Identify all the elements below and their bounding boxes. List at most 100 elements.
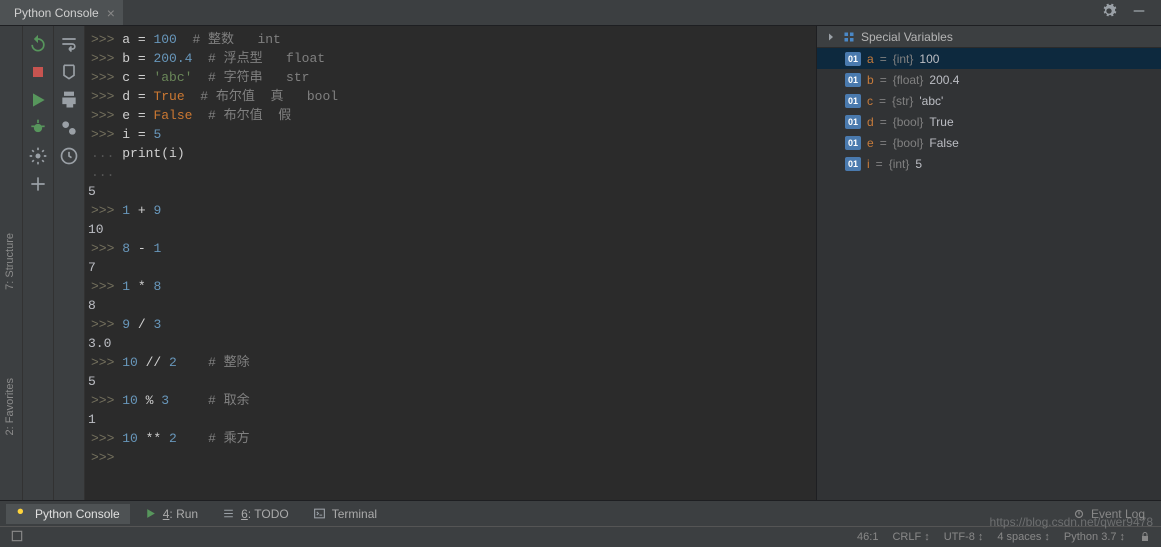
tool-tab-label: Python Console — [35, 507, 120, 521]
variable-type: {bool} — [893, 136, 924, 150]
left-tool-strip: 7: Structure 2: Favorites — [0, 26, 23, 500]
encoding[interactable]: UTF-8 ↕ — [944, 531, 984, 543]
scroll-end-icon[interactable] — [59, 62, 79, 82]
code-line: 5 — [85, 372, 816, 391]
variable-badge: 01 — [845, 52, 861, 66]
sidebar-tab-favorites[interactable]: 2: Favorites — [4, 378, 16, 435]
code-line: >>> e = False # 布尔值 假 — [85, 106, 816, 125]
code-line: ... print(i) — [85, 144, 816, 163]
play-icon[interactable] — [28, 90, 48, 110]
tool-tab-run[interactable]: 4: Run — [134, 504, 208, 524]
indent-setting[interactable]: 4 spaces ↕ — [997, 531, 1050, 543]
code-line: >>> 1 + 9 — [85, 201, 816, 220]
code-line: ... — [85, 163, 816, 182]
code-line: >>> 10 ** 2 # 乘方 — [85, 429, 816, 448]
tool-tab-python-console[interactable]: Python Console — [6, 504, 130, 524]
tool-tab-terminal[interactable]: Terminal — [303, 504, 387, 524]
print-icon[interactable] — [59, 90, 79, 110]
variable-badge: 01 — [845, 136, 861, 150]
code-line: >>> 8 - 1 — [85, 239, 816, 258]
variable-row[interactable]: 01d= {bool} True — [817, 111, 1161, 132]
event-log-button[interactable]: Event Log — [1072, 507, 1155, 521]
variable-badge: 01 — [845, 94, 861, 108]
lock-icon[interactable] — [1139, 531, 1151, 543]
tool-tab-label: 6: TODO — [241, 507, 289, 521]
variable-type: {float} — [893, 73, 924, 87]
variable-name: i — [867, 157, 870, 171]
variable-value: False — [929, 136, 958, 150]
bottom-tool-bar: Python Console 4: Run 6: TODO Terminal E… — [0, 500, 1161, 526]
console-output[interactable]: >>> a = 100 # 整数 int>>> b = 200.4 # 浮点型 … — [85, 26, 816, 500]
event-log-label: Event Log — [1091, 507, 1145, 521]
gear-icon[interactable] — [1101, 3, 1117, 22]
variable-type: {int} — [893, 52, 914, 66]
code-line: >>> i = 5 — [85, 125, 816, 144]
code-line: >>> c = 'abc' # 字符串 str — [85, 68, 816, 87]
code-line: >>> d = True # 布尔值 真 bool — [85, 87, 816, 106]
code-line: 1 — [85, 410, 816, 429]
variable-value: True — [929, 115, 953, 129]
variable-value: 200.4 — [929, 73, 959, 87]
rerun-icon[interactable] — [28, 34, 48, 54]
soft-wrap-icon[interactable] — [59, 34, 79, 54]
variable-row[interactable]: 01b= {float} 200.4 — [817, 69, 1161, 90]
sidebar-tab-structure[interactable]: 7: Structure — [4, 233, 16, 290]
variable-list: 01a= {int} 10001b= {float} 200.401c= {st… — [817, 48, 1161, 500]
variable-type: {str} — [892, 94, 913, 108]
variable-name: b — [867, 73, 874, 87]
variable-row[interactable]: 01a= {int} 100 — [817, 48, 1161, 69]
top-right-toolbar — [1101, 3, 1161, 22]
stop-icon[interactable] — [28, 62, 48, 82]
variable-name: e — [867, 136, 874, 150]
new-console-icon[interactable] — [28, 174, 48, 194]
console-toolbar — [23, 26, 85, 500]
tool-tab-todo[interactable]: 6: TODO — [212, 504, 299, 524]
chevron-right-icon — [825, 31, 837, 43]
tab-python-console[interactable]: Python Console × — [0, 0, 123, 25]
variable-row[interactable]: 01c= {str} 'abc' — [817, 90, 1161, 111]
tool-tab-label: 4: Run — [163, 507, 198, 521]
code-line: >>> 9 / 3 — [85, 315, 816, 334]
history-icon[interactable] — [59, 146, 79, 166]
code-line: 8 — [85, 296, 816, 315]
code-line: >>> — [85, 448, 816, 467]
status-left-icon[interactable] — [10, 529, 24, 546]
variable-name: a — [867, 52, 874, 66]
show-vars-icon[interactable] — [59, 118, 79, 138]
variable-type: {bool} — [893, 115, 924, 129]
variable-value: 100 — [919, 52, 939, 66]
variables-header[interactable]: Special Variables — [817, 26, 1161, 48]
main-area: 7: Structure 2: Favorites >>> a = 100 # … — [0, 26, 1161, 500]
tool-tab-label: Terminal — [332, 507, 377, 521]
caret-position[interactable]: 46:1 — [857, 531, 878, 543]
variables-header-label: Special Variables — [861, 30, 953, 44]
variable-badge: 01 — [845, 73, 861, 87]
status-bar: 46:1 CRLF ↕ UTF-8 ↕ 4 spaces ↕ Python 3.… — [0, 526, 1161, 547]
minimize-icon[interactable] — [1131, 3, 1147, 22]
python-interpreter[interactable]: Python 3.7 ↕ — [1064, 531, 1125, 543]
close-icon[interactable]: × — [107, 5, 115, 21]
variable-type: {int} — [889, 157, 910, 171]
variable-row[interactable]: 01e= {bool} False — [817, 132, 1161, 153]
tab-label: Python Console — [14, 6, 99, 20]
variable-row[interactable]: 01i= {int} 5 — [817, 153, 1161, 174]
code-line: 5 — [85, 182, 816, 201]
code-line: 10 — [85, 220, 816, 239]
top-tab-bar: Python Console × — [0, 0, 1161, 26]
variable-badge: 01 — [845, 157, 861, 171]
variable-group-icon — [843, 31, 855, 43]
debug-icon[interactable] — [28, 118, 48, 138]
line-separator[interactable]: CRLF ↕ — [892, 531, 929, 543]
code-line: >>> 10 // 2 # 整除 — [85, 353, 816, 372]
variable-value: 'abc' — [919, 94, 943, 108]
settings-icon[interactable] — [28, 146, 48, 166]
variable-badge: 01 — [845, 115, 861, 129]
code-line: 3.0 — [85, 334, 816, 353]
variables-panel: Special Variables 01a= {int} 10001b= {fl… — [816, 26, 1161, 500]
code-line: >>> b = 200.4 # 浮点型 float — [85, 49, 816, 68]
variable-name: d — [867, 115, 874, 129]
code-line: >>> 10 % 3 # 取余 — [85, 391, 816, 410]
variable-name: c — [867, 94, 873, 108]
code-line: >>> a = 100 # 整数 int — [85, 30, 816, 49]
variable-value: 5 — [915, 157, 922, 171]
